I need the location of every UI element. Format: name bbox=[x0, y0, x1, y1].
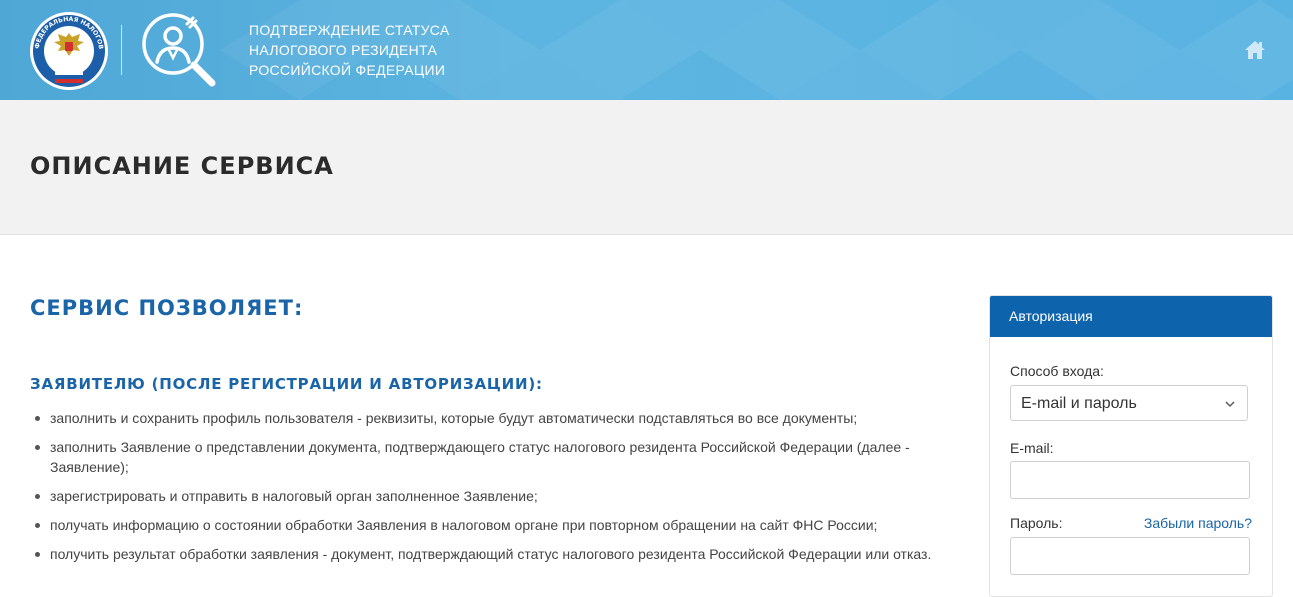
login-method-label: Способ входа: bbox=[1010, 363, 1104, 379]
list-item-text: получать информацию о состоянии обработк… bbox=[50, 517, 878, 533]
header-title-line: НАЛОГОВОГО РЕЗИДЕНТА bbox=[249, 42, 438, 58]
fns-emblem-icon[interactable]: ФЕДЕРАЛЬНАЯ НАЛОГОВАЯ СЛУЖБА bbox=[29, 11, 109, 91]
list-item: заполнить Заявление о представлении доку… bbox=[30, 437, 950, 477]
list-item-text: получить результат обработки заявления -… bbox=[50, 546, 932, 562]
bullet-icon bbox=[35, 445, 40, 450]
bullet-icon bbox=[35, 494, 40, 499]
email-field[interactable] bbox=[1010, 461, 1250, 499]
bullet-icon bbox=[35, 523, 40, 528]
page-title: ОПИСАНИЕ СЕРВИСА bbox=[30, 152, 334, 180]
auth-panel-header: Авторизация bbox=[990, 296, 1272, 337]
login-method-value: E-mail и пароль bbox=[1021, 395, 1137, 412]
header-divider bbox=[121, 25, 122, 75]
site-header: ФЕДЕРАЛЬНАЯ НАЛОГОВАЯ СЛУЖБА ПОДТВЕРЖДЕН… bbox=[0, 0, 1293, 100]
login-method-select[interactable]: E-mail и пароль bbox=[1010, 385, 1248, 421]
bullet-icon bbox=[35, 552, 40, 557]
section-title: СЕРВИС ПОЗВОЛЯЕТ: bbox=[30, 296, 304, 320]
person-wrench-magnifier-icon bbox=[142, 13, 216, 87]
header-title: ПОДТВЕРЖДЕНИЕ СТАТУСА НАЛОГОВОГО РЕЗИДЕН… bbox=[249, 20, 489, 80]
header-title-line: РОССИЙСКОЙ ФЕДЕРАЦИИ bbox=[249, 62, 446, 78]
list-item-text: зарегистрировать и отправить в налоговый… bbox=[50, 488, 538, 504]
list-item-text: заполнить и сохранить профиль пользовате… bbox=[50, 410, 858, 426]
list-item-text: заполнить Заявление о представлении доку… bbox=[50, 439, 910, 475]
bullet-icon bbox=[35, 416, 40, 421]
forgot-password-link[interactable]: Забыли пароль? bbox=[1144, 515, 1252, 531]
chevron-down-icon bbox=[1225, 401, 1235, 407]
list-item: получать информацию о состоянии обработк… bbox=[30, 515, 950, 535]
auth-panel: Авторизация Способ входа: E-mail и парол… bbox=[989, 295, 1273, 597]
password-label: Пароль: bbox=[1010, 515, 1063, 531]
subsection-title: ЗАЯВИТЕЛЮ (ПОСЛЕ РЕГИСТРАЦИИ И АВТОРИЗАЦ… bbox=[30, 375, 543, 393]
list-item: заполнить и сохранить профиль пользовате… bbox=[30, 408, 950, 428]
header-title-line: ПОДТВЕРЖДЕНИЕ СТАТУСА bbox=[249, 22, 450, 38]
page-title-band: ОПИСАНИЕ СЕРВИСА bbox=[0, 100, 1293, 235]
list-item: зарегистрировать и отправить в налоговый… bbox=[30, 486, 950, 506]
list-item: получить результат обработки заявления -… bbox=[30, 544, 950, 564]
home-icon[interactable] bbox=[1244, 40, 1266, 60]
password-field[interactable] bbox=[1010, 537, 1250, 575]
feature-list: заполнить и сохранить профиль пользовате… bbox=[30, 408, 950, 573]
email-label: E-mail: bbox=[1010, 440, 1054, 456]
